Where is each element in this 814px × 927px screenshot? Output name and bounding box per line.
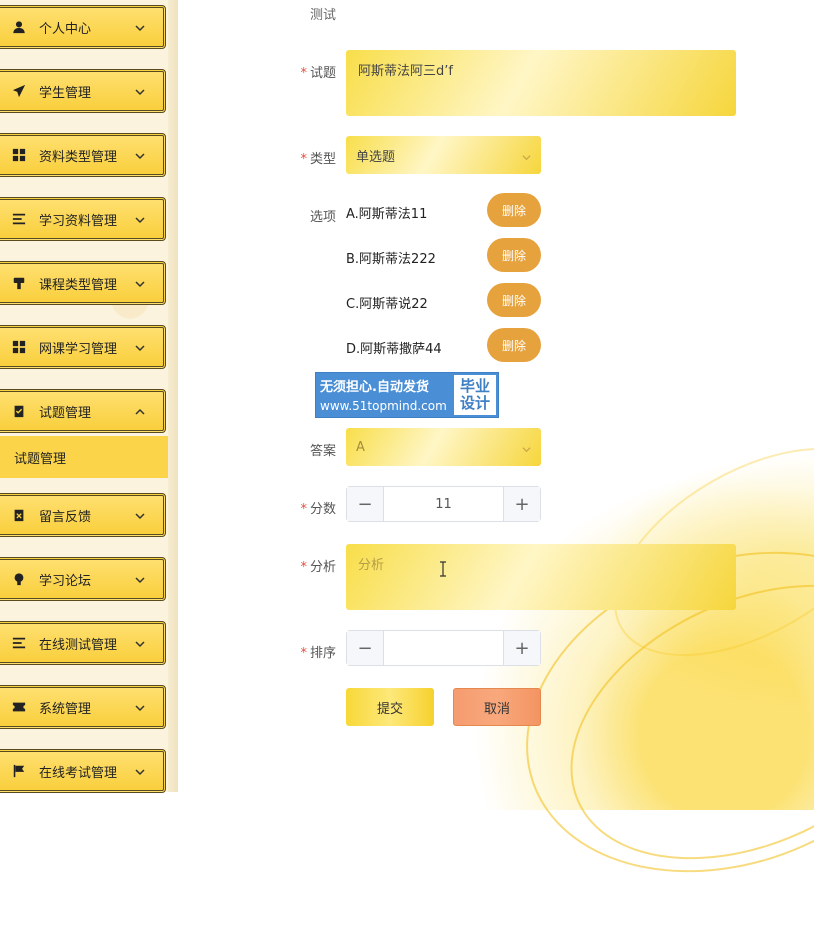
chevron-down-icon	[135, 510, 145, 520]
option-text: B.阿斯蒂法222	[346, 252, 436, 267]
sidebar-item-label: 网课学习管理	[39, 341, 118, 357]
chevron-down-icon	[135, 214, 145, 224]
option-text: A.阿斯蒂法11	[346, 207, 428, 222]
question-label: * 试题	[300, 66, 336, 81]
chevron-up-icon	[135, 406, 145, 416]
paper-plane-icon	[11, 83, 27, 99]
delete-option-button[interactable]: 删除	[487, 193, 541, 227]
option-text: D.阿斯蒂撒萨44	[346, 342, 442, 357]
option-text: C.阿斯蒂说22	[346, 297, 428, 312]
chevron-down-icon	[135, 574, 145, 584]
order-increment-button[interactable]: +	[503, 631, 540, 665]
top-value-text: 测试	[310, 8, 337, 23]
text-cursor-icon	[439, 561, 447, 577]
chevron-down-icon	[135, 150, 145, 160]
analysis-textarea[interactable]: 分析	[346, 544, 736, 610]
sidebar-item-label: 在线测试管理	[39, 637, 118, 653]
score-input[interactable]: 11	[384, 487, 503, 521]
sidebar-item[interactable]: 个人中心	[0, 5, 166, 49]
order-stepper[interactable]: − +	[346, 630, 541, 666]
sidebar-item-label: 学习论坛	[39, 573, 92, 589]
cancel-button[interactable]: 取消	[453, 688, 541, 726]
chevron-down-icon	[135, 766, 145, 776]
chevron-down-icon	[135, 638, 145, 648]
sidebar-subitem-label: 试题管理	[14, 451, 67, 467]
chevron-down-icon	[135, 278, 145, 288]
score-stepper[interactable]: − 11 +	[346, 486, 541, 522]
sidebar-item[interactable]: 系统管理	[0, 685, 166, 729]
sidebar-subitem-question-manage[interactable]: 试题管理	[0, 436, 168, 478]
sidebar-item[interactable]: 在线考试管理	[0, 749, 166, 793]
watermark-banner: 无须担心.自动发货 www.51topmind.com 毕业 设计	[315, 372, 499, 418]
sidebar-item[interactable]: 学习资料管理	[0, 197, 166, 241]
delete-option-button[interactable]: 删除	[487, 283, 541, 317]
chevron-down-icon	[135, 86, 145, 96]
sidebar-item-label: 学生管理	[39, 85, 92, 101]
flag-icon	[11, 763, 27, 779]
sidebar-item[interactable]: 资料类型管理	[0, 133, 166, 177]
sidebar-item-label: 学习资料管理	[39, 213, 118, 229]
order-label: * 排序	[300, 646, 336, 661]
ticket-icon	[11, 699, 27, 715]
sidebar-item-label: 试题管理	[39, 405, 92, 421]
sidebar-item[interactable]: 课程类型管理	[0, 261, 166, 305]
type-label: * 类型	[300, 152, 336, 167]
chevron-down-icon	[522, 151, 531, 160]
sidebar-item[interactable]: 在线测试管理	[0, 621, 166, 665]
grid-icon	[11, 339, 27, 355]
clipboard-x-icon	[11, 507, 27, 523]
submit-button[interactable]: 提交	[346, 688, 434, 726]
analysis-label: * 分析	[300, 560, 336, 575]
sidebar-item-label: 系统管理	[39, 701, 92, 717]
sidebar-item[interactable]: 网课学习管理	[0, 325, 166, 369]
answer-label: 答案	[309, 444, 336, 459]
chevron-down-icon	[135, 342, 145, 352]
delete-option-button[interactable]: 删除	[487, 328, 541, 362]
sidebar-item[interactable]: 留言反馈	[0, 493, 166, 537]
answer-select[interactable]: A	[346, 428, 541, 466]
sidebar-item[interactable]: 学生管理	[0, 69, 166, 113]
sidebar-item[interactable]: 试题管理	[0, 389, 166, 433]
sidebar-item-label: 在线考试管理	[39, 765, 118, 781]
sidebar-item-label: 课程类型管理	[39, 277, 118, 293]
grid-icon	[11, 147, 27, 163]
question-textarea[interactable]: 阿斯蒂法阿三d’f	[346, 50, 736, 116]
user-icon	[11, 19, 27, 35]
order-input[interactable]	[384, 631, 503, 665]
chevron-down-icon	[135, 702, 145, 712]
order-decrement-button[interactable]: −	[347, 631, 384, 665]
sidebar-item-label: 资料类型管理	[39, 149, 118, 165]
bulb-icon	[11, 571, 27, 587]
list-icon	[11, 635, 27, 651]
clipboard-check-icon	[11, 403, 27, 419]
pin-icon	[11, 275, 27, 291]
score-increment-button[interactable]: +	[503, 487, 540, 521]
options-label: 选项	[309, 210, 336, 225]
chevron-down-icon	[522, 443, 531, 452]
score-label: * 分数	[300, 502, 336, 517]
watermark-badge: 毕业 设计	[454, 375, 496, 415]
sidebar-item-label: 个人中心	[39, 21, 92, 37]
score-decrement-button[interactable]: −	[347, 487, 384, 521]
sidebar-item-label: 留言反馈	[39, 509, 92, 525]
chevron-down-icon	[135, 22, 145, 32]
sidebar-item[interactable]: 学习论坛	[0, 557, 166, 601]
delete-option-button[interactable]: 删除	[487, 238, 541, 272]
type-select[interactable]: 单选题	[346, 136, 541, 174]
list-icon	[11, 211, 27, 227]
